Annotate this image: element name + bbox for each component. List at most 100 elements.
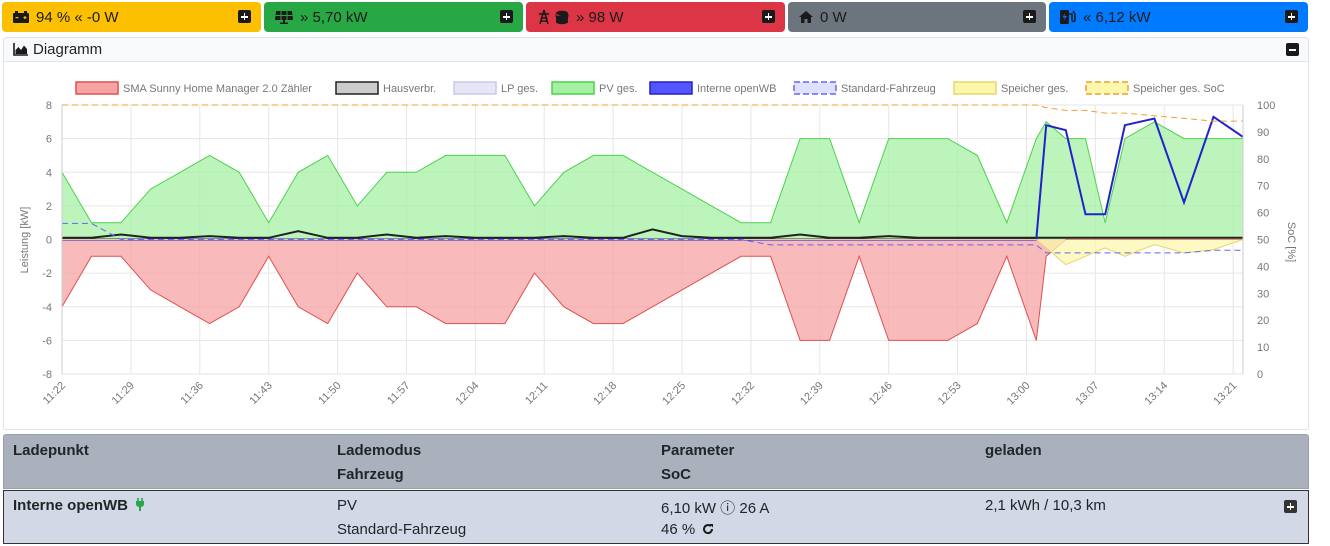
legend-item[interactable]: PV ges.	[551, 81, 638, 95]
x-tick-label: 11:57	[385, 380, 412, 407]
legend-swatch	[1085, 81, 1129, 95]
status-bar: 94 % « -0 W » 5,70 kW » 98 W 0 W « 6,12 …	[0, 0, 1330, 34]
y-axis-left-label: Leistung [kW]	[19, 207, 31, 274]
x-tick-label: 12:46	[867, 380, 895, 408]
x-tick-label: 13:00	[1005, 380, 1033, 408]
solar-panel-icon	[274, 10, 294, 24]
chargepoint-table: Ladepunkt Lademodus Fahrzeug Parameter S…	[3, 434, 1309, 544]
legend-item[interactable]: Speicher ges.	[953, 81, 1068, 95]
chargepoint-name-wrap: Interne openWB	[13, 497, 145, 515]
y-right-tick-label: 60	[1257, 208, 1269, 220]
expand-chargepoint-button[interactable]	[1284, 500, 1297, 513]
plug-icon	[135, 498, 145, 515]
header-lademodus: Lademodus	[337, 442, 422, 459]
legend-swatch	[453, 81, 497, 95]
y-right-tick-label: 20	[1257, 315, 1269, 327]
power-chart: SMA Sunny Home Manager 2.0 Zähler Hausver…	[19, 81, 1297, 408]
vehicle-name[interactable]: Standard-Fahrzeug	[337, 521, 466, 538]
soc-value: 46 %	[661, 521, 696, 538]
soc-wrap: 46 %	[661, 521, 714, 539]
legend-item[interactable]: LP ges.	[453, 81, 538, 95]
x-tick-label: 12:25	[660, 380, 688, 408]
battery-tile[interactable]: 94 % « -0 W	[2, 2, 261, 32]
legend-item[interactable]: Interne openWB	[649, 81, 777, 95]
pv-value: » 5,70 kW	[300, 8, 368, 26]
legend-item[interactable]: Standard-Fahrzeug	[793, 81, 936, 95]
y-right-tick-label: 70	[1257, 181, 1269, 193]
legend-swatch	[335, 81, 379, 95]
y-right-tick-label: 80	[1257, 154, 1269, 166]
chart-legend[interactable]: SMA Sunny Home Manager 2.0 Zähler Hausver…	[75, 81, 1225, 95]
x-tick-label: 12:53	[936, 380, 964, 408]
legend-label: PV ges.	[599, 83, 638, 95]
x-tick-label: 12:18	[591, 380, 619, 408]
charge-mode[interactable]: PV	[337, 497, 357, 514]
x-tick-label: 13:14	[1142, 380, 1170, 408]
legend-item[interactable]: Hausverbr.	[335, 81, 436, 95]
expand-pv-button[interactable]	[500, 10, 513, 23]
y-left-tick-label: 8	[46, 100, 52, 112]
header-soc: SoC	[661, 466, 691, 483]
power-tower-coins-icon	[536, 9, 570, 25]
car-battery-icon	[12, 10, 30, 24]
chart-series	[61, 104, 1244, 341]
charge-tile[interactable]: « 6,12 kW	[1049, 2, 1308, 32]
battery-value: 94 % « -0 W	[36, 8, 119, 26]
y-right-tick-label: 30	[1257, 288, 1269, 300]
x-tick-label: 12:11	[523, 380, 550, 407]
header-ladepunkt: Ladepunkt	[13, 442, 89, 459]
y-right-tick-label: 10	[1257, 342, 1269, 354]
x-tick-label: 12:32	[729, 380, 757, 408]
expand-grid-button[interactable]	[762, 10, 775, 23]
diagram-header[interactable]: Diagramm	[4, 38, 1308, 62]
charge-value: « 6,12 kW	[1083, 8, 1151, 26]
y-right-tick-label: 40	[1257, 261, 1269, 273]
house-value: 0 W	[820, 8, 847, 26]
diagram-title: Diagramm	[33, 41, 103, 58]
y-left-tick-label: 2	[46, 201, 52, 213]
y-axis-right-label: SoC [%]	[1285, 222, 1297, 262]
y-left-tick-label: 0	[46, 235, 52, 247]
grid-tile[interactable]: » 98 W	[526, 2, 785, 32]
x-tick-label: 11:36	[179, 380, 206, 407]
area-chart-icon	[13, 43, 28, 56]
refresh-icon[interactable]	[702, 522, 714, 539]
charge-parameter: 6,10 kW ⓘ 26 A	[661, 500, 770, 517]
y-right-tick-label: 50	[1257, 235, 1269, 247]
charging-station-icon	[1059, 9, 1077, 25]
legend-label: Hausverbr.	[383, 83, 436, 95]
charged-amount: 2,1 kWh / 10,3 km	[985, 497, 1106, 514]
legend-label: Interne openWB	[697, 83, 777, 95]
legend-label: Speicher ges.	[1001, 83, 1068, 95]
legend-label: LP ges.	[501, 83, 538, 95]
y-left-tick-label: -8	[42, 369, 52, 381]
legend-swatch	[953, 81, 997, 95]
y-left-tick-label: 6	[46, 134, 52, 146]
legend-item[interactable]: SMA Sunny Home Manager 2.0 Zähler	[75, 81, 312, 95]
y-right-tick-label: 100	[1257, 100, 1275, 112]
collapse-diagram-button[interactable]	[1286, 43, 1299, 56]
home-icon	[798, 10, 814, 24]
series-pv-ges--area	[62, 121, 1243, 240]
x-tick-label: 11:22	[41, 380, 68, 407]
x-tick-label: 11:50	[316, 380, 343, 407]
legend-swatch	[551, 81, 595, 95]
expand-charge-button[interactable]	[1285, 10, 1298, 23]
x-tick-label: 13:07	[1074, 380, 1102, 408]
y-left-tick-label: -6	[42, 335, 52, 347]
expand-house-button[interactable]	[1023, 10, 1036, 23]
expand-battery-button[interactable]	[238, 10, 251, 23]
grid-value: » 98 W	[576, 8, 624, 26]
house-tile[interactable]: 0 W	[788, 2, 1046, 32]
header-parameter: Parameter	[661, 442, 735, 459]
table-header: Ladepunkt Lademodus Fahrzeug Parameter S…	[3, 434, 1309, 489]
diagram-card: Diagramm SMA Sunny Home Manager 2.0 Zähl…	[3, 37, 1309, 430]
pv-tile[interactable]: » 5,70 kW	[264, 2, 523, 32]
y-left-tick-label: 4	[46, 167, 52, 179]
legend-label: Standard-Fahrzeug	[841, 83, 936, 95]
table-row[interactable]: Interne openWB PV Standard-Fahrzeug 6,10…	[3, 490, 1309, 544]
y-right-tick-label: 90	[1257, 127, 1269, 139]
x-tick-label: 12:39	[798, 380, 826, 408]
y-left-tick-label: -4	[42, 302, 52, 314]
legend-item[interactable]: Speicher ges. SoC	[1085, 81, 1225, 95]
